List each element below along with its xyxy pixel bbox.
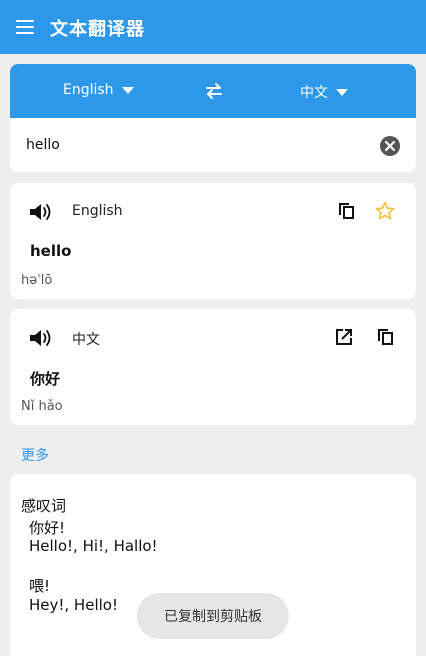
menu-icon[interactable] [16, 20, 34, 34]
target-word: 你好 [30, 370, 61, 388]
target-language-label: 中文 [300, 85, 328, 101]
caret-down-icon [336, 88, 348, 96]
app-title: 文本翻译器 [50, 19, 145, 40]
source-word: hello [30, 242, 72, 260]
speaker-icon[interactable] [28, 201, 54, 223]
entry-translations: Hey!, Hello! [29, 596, 118, 614]
target-result-card: 中文 你好 Nǐ hǎo [10, 309, 416, 425]
source-language-label: English [63, 82, 114, 98]
entry-translations: Hello!, Hi!, Hallo! [29, 537, 158, 555]
source-result-card: English hello həˈlō [10, 183, 416, 299]
entry-term: 你好! [29, 519, 66, 537]
target-language-dropdown[interactable]: 中文 [300, 82, 348, 102]
copied-toast: 已复制到剪贴板 [137, 593, 289, 639]
language-bar: English 中文 [10, 64, 416, 118]
star-icon[interactable] [374, 200, 396, 222]
open-external-icon[interactable] [333, 326, 355, 348]
speaker-icon[interactable] [28, 327, 54, 349]
target-language-name: 中文 [72, 332, 100, 348]
swap-languages-icon[interactable] [204, 81, 224, 101]
source-language-name: English [72, 203, 123, 219]
clear-icon[interactable] [379, 135, 401, 157]
source-language-dropdown[interactable]: English [63, 82, 134, 98]
source-phonetic: həˈlō [21, 273, 53, 288]
input-row [10, 118, 416, 172]
part-of-speech: 感叹词 [21, 497, 67, 515]
entry-term: 喂! [29, 577, 51, 595]
target-pinyin: Nǐ hǎo [21, 399, 63, 414]
more-link[interactable]: 更多 [21, 445, 49, 465]
copy-icon[interactable] [336, 200, 358, 222]
app-bar: 文本翻译器 [0, 0, 426, 54]
caret-down-icon [121, 86, 134, 94]
copy-icon[interactable] [375, 326, 397, 348]
text-input[interactable] [26, 134, 356, 156]
translate-input-card: English 中文 [10, 64, 416, 172]
